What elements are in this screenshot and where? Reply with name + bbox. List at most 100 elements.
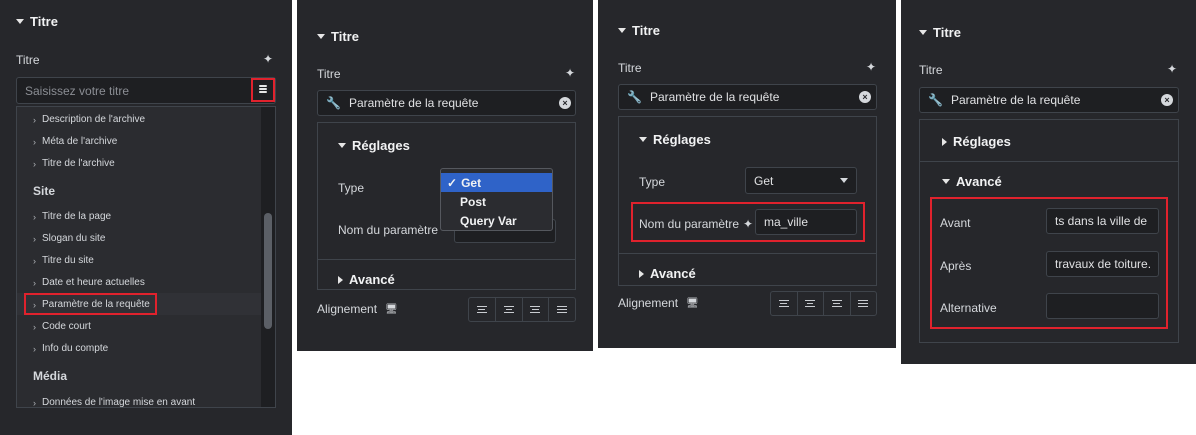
group-title-media: Média [33, 369, 68, 383]
ai-sparkle-icon[interactable]: ✦ [1167, 62, 1177, 76]
list-item[interactable]: › Titre de l'archive [33, 158, 115, 169]
dynamic-tag-value[interactable]: Paramètre de la requête [349, 96, 478, 110]
ai-sparkle-icon[interactable]: ✦ [743, 217, 753, 231]
dynamic-tag-settings: Réglages Avancé Avant ts dans la ville d… [919, 119, 1179, 343]
wrench-icon: 🔧 [928, 93, 943, 107]
clear-icon[interactable]: × [859, 91, 871, 103]
align-justify-button[interactable] [851, 292, 877, 315]
list-item-query-param[interactable]: › Paramètre de la requête [33, 299, 150, 310]
title-input-field[interactable]: 🔧 Paramètre de la requête [317, 90, 576, 116]
alignment-label-row: Alignement 🖥 [618, 296, 699, 310]
apres-input[interactable]: travaux de toiture. [1046, 251, 1159, 277]
section-title: Titre [30, 14, 58, 29]
scrollbar-thumb[interactable] [264, 213, 272, 329]
desktop-icon[interactable]: 🖥 [385, 304, 398, 315]
panel-dynamic-tags-list: Titre Titre ✦ Saisissez votre titre › Des… [0, 0, 292, 435]
desktop-icon[interactable]: 🖥 [686, 298, 699, 309]
panel-type-dropdown: Titre Titre ✦ 🔧 Paramètre de la requête … [297, 0, 593, 351]
list-item[interactable]: › Données de l'image mise en avant [33, 397, 195, 408]
section-title-toggle[interactable]: Titre [919, 25, 961, 40]
avance-toggle[interactable]: Avancé [338, 272, 395, 287]
param-label-row: Nom du paramètre ✦ [639, 217, 754, 231]
type-select[interactable]: Get [745, 167, 857, 194]
chevron-right-icon: › [33, 397, 36, 408]
group-title-site: Site [33, 184, 56, 198]
caret-down-icon [618, 28, 626, 33]
section-title: Titre [331, 29, 359, 44]
chevron-right-icon: › [33, 211, 36, 222]
list-item[interactable]: › Info du compte [33, 343, 108, 354]
divider [619, 253, 876, 254]
list-item[interactable]: › Méta de l'archive [33, 136, 117, 147]
dynamic-tags-button[interactable] [251, 78, 275, 102]
align-justify-button[interactable] [549, 298, 575, 321]
align-right-button[interactable] [523, 298, 550, 321]
caret-right-icon [942, 137, 947, 146]
apres-label: Après [940, 259, 972, 273]
align-center-button[interactable] [496, 298, 523, 321]
reglages-toggle[interactable]: Réglages [942, 134, 1011, 149]
title-input[interactable]: Saisissez votre titre [17, 78, 275, 103]
dropdown-option-post[interactable]: Post [441, 192, 552, 211]
list-item[interactable]: › Code court [33, 321, 91, 332]
check-icon: ✓ [447, 175, 458, 190]
caret-down-icon [338, 143, 346, 148]
list-item[interactable]: › Titre du site [33, 255, 94, 266]
dynamic-tag-value[interactable]: Paramètre de la requête [650, 90, 779, 104]
dropdown-option-query-var[interactable]: Query Var [441, 211, 552, 230]
reglages-toggle[interactable]: Réglages [639, 132, 711, 147]
chevron-right-icon: › [33, 299, 36, 310]
divider [920, 161, 1178, 162]
title-input-field[interactable]: Saisissez votre titre [16, 77, 276, 104]
align-center-button[interactable] [798, 292, 824, 315]
align-left-button[interactable] [469, 298, 496, 321]
avant-input[interactable]: ts dans la ville de [1046, 208, 1159, 234]
alignment-button-group [468, 297, 576, 322]
ai-sparkle-icon[interactable]: ✦ [565, 66, 575, 80]
caret-down-icon [942, 179, 950, 184]
avance-toggle[interactable]: Avancé [639, 266, 696, 281]
ai-sparkle-icon[interactable]: ✦ [866, 60, 876, 74]
list-item[interactable]: › Titre de la page [33, 211, 111, 222]
clear-icon[interactable]: × [1161, 94, 1173, 106]
database-icon [259, 85, 267, 95]
section-title-toggle[interactable]: Titre [317, 29, 359, 44]
dynamic-tag-value[interactable]: Paramètre de la requête [951, 93, 1080, 107]
chevron-right-icon: › [33, 277, 36, 288]
type-dropdown-menu[interactable]: ✓ Get Post Query Var [440, 168, 553, 231]
alignment-label-row: Alignement 🖥 [317, 302, 398, 316]
section-title-toggle[interactable]: Titre [618, 23, 660, 38]
chevron-right-icon: › [33, 114, 36, 125]
title-label: Titre [618, 61, 642, 75]
reglages-toggle[interactable]: Réglages [338, 138, 410, 153]
alternative-input[interactable] [1046, 293, 1159, 319]
title-label: Titre [317, 67, 341, 81]
list-item[interactable]: › Description de l'archive [33, 114, 145, 125]
section-title: Titre [632, 23, 660, 38]
dropdown-option-get[interactable]: ✓ Get [441, 173, 552, 192]
chevron-down-icon [840, 178, 848, 183]
align-left-button[interactable] [771, 292, 798, 315]
title-input-field[interactable]: 🔧 Paramètre de la requête [618, 84, 877, 110]
caret-right-icon [639, 269, 644, 278]
chevron-right-icon: › [33, 343, 36, 354]
avance-toggle[interactable]: Avancé [942, 174, 1002, 189]
chevron-right-icon: › [33, 158, 36, 169]
section-title: Titre [933, 25, 961, 40]
param-label: Nom du paramètre [338, 223, 439, 237]
title-label: Titre [16, 53, 40, 67]
panel-advanced: Titre Titre ✦ 🔧 Paramètre de la requête … [901, 0, 1196, 364]
type-label: Type [338, 181, 365, 195]
dynamic-tags-list: › Description de l'archive › Méta de l'arc… [16, 106, 276, 408]
chevron-right-icon: › [33, 233, 36, 244]
clear-icon[interactable]: × [559, 97, 571, 109]
title-label: Titre [919, 63, 943, 77]
align-right-button[interactable] [824, 292, 851, 315]
ai-sparkle-icon[interactable]: ✦ [263, 52, 273, 66]
title-input-field[interactable]: 🔧 Paramètre de la requête [919, 87, 1179, 113]
section-title-toggle[interactable]: Titre [16, 14, 58, 29]
type-label: Type [639, 175, 666, 189]
param-input[interactable]: ma_ville [755, 209, 857, 235]
list-item[interactable]: › Slogan du site [33, 233, 105, 244]
list-item[interactable]: › Date et heure actuelles [33, 277, 145, 288]
